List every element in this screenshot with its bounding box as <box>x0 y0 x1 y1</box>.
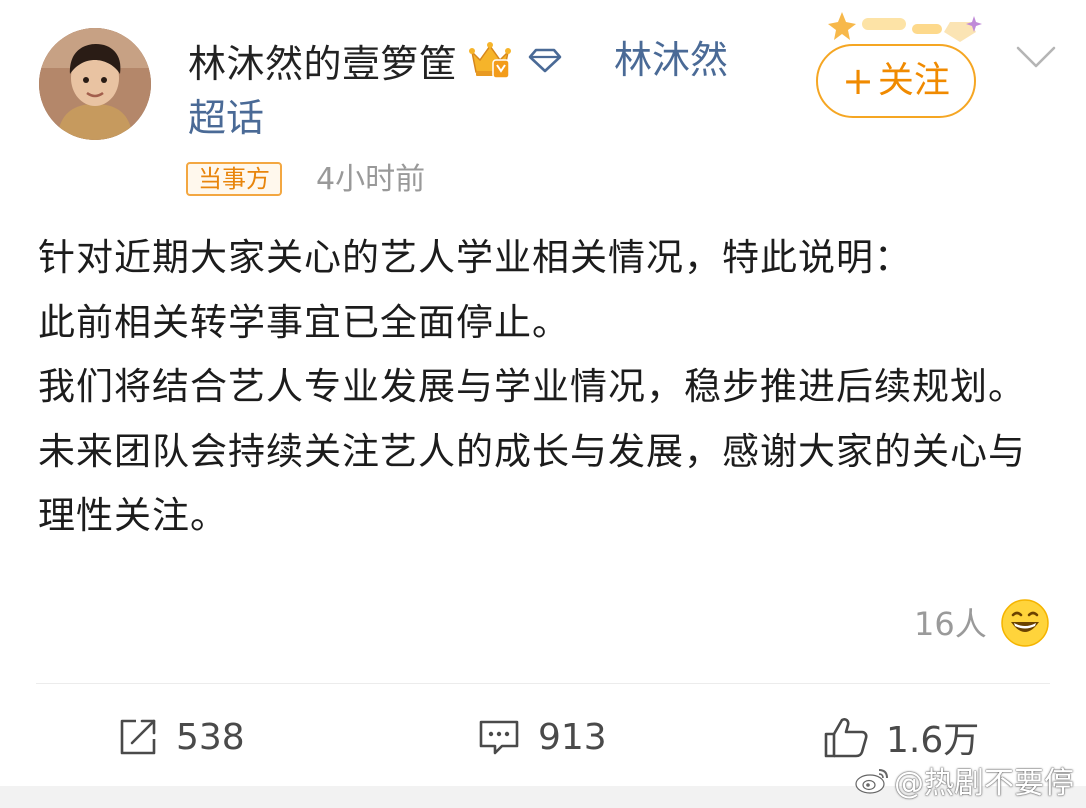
like-button[interactable]: 1.6万 <box>822 710 979 764</box>
grinning-face-icon[interactable] <box>1000 598 1050 648</box>
avatar[interactable] <box>39 28 151 140</box>
watermark: @热剧不要停 <box>854 758 1074 802</box>
diamond-icon[interactable] <box>528 47 562 73</box>
repost-button[interactable]: 538 <box>116 710 245 764</box>
like-count: 1.6万 <box>886 720 980 761</box>
post-time[interactable]: 4小时前 <box>316 160 425 200</box>
post-content: 针对近期大家关心的艺人学业相关情况，特此说明： 此前相关转学事宜已全面停止。 我… <box>38 226 1058 549</box>
follow-area: + 关注 <box>800 8 1000 123</box>
username-line: 林沐然的壹箩筐 <box>188 36 562 86</box>
follow-label: 关注 <box>877 60 950 101</box>
crown-vip-badge-icon[interactable] <box>466 38 514 82</box>
chevron-down-icon[interactable] <box>1014 42 1058 72</box>
repost-count: 538 <box>176 716 245 758</box>
post-paragraph: 我们将结合艺人专业发展与学业情况，稳步推进后续规划。 <box>38 365 1026 408</box>
weibo-logo-icon <box>855 769 888 794</box>
comment-button[interactable]: 913 <box>476 710 607 764</box>
author-name[interactable]: 林沐然的壹箩筐 <box>188 33 458 88</box>
supertopic-link[interactable]: 林沐然 <box>614 36 728 84</box>
divider <box>36 683 1050 684</box>
reaction-count[interactable]: 16人 <box>914 602 987 646</box>
post-paragraph: 此前相关转学事宜已全面停止。 <box>38 300 570 344</box>
plus-icon: + <box>842 59 874 103</box>
post-paragraph: 未来团队会持续关注艺人的成长与发展，感谢大家的关心与理性关注。 <box>38 429 1026 538</box>
watermark-text: @热剧不要停 <box>894 766 1074 801</box>
repost-icon <box>120 719 156 755</box>
thumbs-up-icon <box>824 718 868 758</box>
comment-count: 913 <box>538 716 607 758</box>
post-paragraph: 针对近期大家关心的艺人学业相关情况，特此说明： <box>38 236 912 279</box>
comment-icon <box>479 720 519 755</box>
role-badge: 当事方 <box>186 162 282 196</box>
follow-button[interactable]: + 关注 <box>816 44 976 118</box>
supertopic-link-suffix[interactable]: 超话 <box>188 94 264 142</box>
